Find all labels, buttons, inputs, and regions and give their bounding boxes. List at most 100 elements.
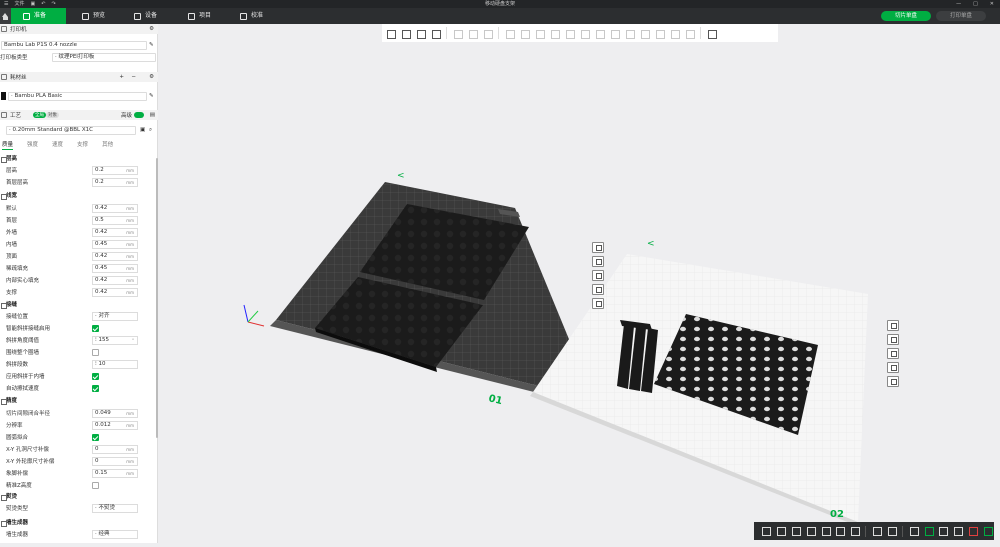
layer-height-input[interactable]: 0.2 mm [92,166,138,175]
advanced-switch[interactable] [134,112,144,118]
share-icon[interactable] [951,524,964,538]
measure-icon[interactable] [668,27,681,40]
process-section-header[interactable]: 工艺 全局 对象 高级 ▤ [0,110,158,120]
plate-type-select[interactable]: · 纹理PEI打印板 [52,53,156,62]
wall-generator-select[interactable]: · 经典 [92,530,138,539]
select-circle-icon[interactable] [774,524,787,538]
copy-icon[interactable] [451,27,464,40]
subtab-support[interactable]: 支撑 [77,141,88,150]
lay-on-face-icon[interactable] [548,27,561,40]
scarf-angle-input[interactable]: ⁝ 155 ° [92,336,138,345]
tab-calibration[interactable]: 校准 [228,8,284,24]
rotate-icon[interactable] [518,27,531,40]
plate-arrange-icon[interactable] [592,256,604,267]
process-compare-icon[interactable]: ▤ [150,112,155,118]
arrange-icon[interactable] [429,27,442,40]
smart-scarf-checkbox[interactable] [92,325,99,332]
scale-icon[interactable] [533,27,546,40]
plate-close-icon[interactable] [887,320,899,331]
plate-close-icon[interactable] [592,242,604,253]
plate-arrange-icon[interactable] [887,334,899,345]
box-select-icon[interactable] [833,524,846,538]
plate-orient-icon[interactable] [887,348,899,359]
scarf-inner-walls-checkbox[interactable] [92,373,99,380]
paste-icon[interactable] [466,27,479,40]
text-tool-icon[interactable] [848,524,861,538]
build-plate-1[interactable]: < 01 [243,171,598,408]
remove-filament-icon[interactable]: − [131,74,136,80]
line-width-input[interactable]: 0.42 mm [92,204,138,213]
plate-settings-icon[interactable] [887,376,899,387]
edit-printer-icon[interactable]: ✎ [149,41,154,49]
filament-settings-icon[interactable]: ⚙ [149,74,154,80]
ironing-type-select[interactable]: · 不熨烫 [92,504,138,513]
add-filament-icon[interactable]: + [119,74,124,80]
view-icon[interactable] [789,524,802,538]
move-icon[interactable] [503,27,516,40]
plate-1-arrow-icon[interactable]: < [397,171,405,181]
subtab-others[interactable]: 其他 [102,141,113,150]
save-preset-icon[interactable]: ▣ [140,126,145,134]
add-plate-icon[interactable] [399,27,412,40]
slice-plate-button[interactable]: 切片单盘 [881,11,931,21]
color-paint-icon[interactable] [638,27,651,40]
subtab-speed[interactable]: 速度 [52,141,63,150]
ungroup-icon[interactable] [885,524,898,538]
plate-lock-icon[interactable] [887,362,899,373]
split-icon[interactable] [705,27,718,40]
plate-settings-icon[interactable] [592,298,604,309]
seam-position-select[interactable]: · 对齐 [92,312,138,321]
3d-viewport[interactable]: < 01 < 02 [158,24,1000,543]
tab-prepare[interactable]: 准备 [11,8,66,24]
boolean-icon[interactable] [578,27,591,40]
scarf-steps-input[interactable]: ⁝ 10 [92,360,138,369]
subtab-quality[interactable]: 质量 [2,141,14,150]
filament-color-swatch[interactable] [1,92,6,100]
seam-paint-icon[interactable] [623,27,636,40]
process-preset-select[interactable]: · 0.20mm Standard @BBL X1C [6,126,136,135]
cancel-icon[interactable] [966,524,979,538]
search-settings-icon[interactable]: ⌕ [149,126,152,134]
line-width-input[interactable]: 0.42 mm [92,288,138,297]
cut-icon[interactable] [563,27,576,40]
pen-icon[interactable] [819,524,832,538]
object-toggle[interactable]: 对象 [46,112,60,118]
plate-orient-icon[interactable] [592,270,604,281]
line-width-input[interactable]: 0.42 mm [92,252,138,261]
confirm-area-icon[interactable] [922,524,935,538]
precise-z-checkbox[interactable] [92,482,99,489]
undo-tool-icon[interactable] [907,524,920,538]
close-window-icon[interactable]: ✕ [990,0,994,8]
elephant-foot-input[interactable]: 0.15 mm [92,469,138,478]
group-icon[interactable] [870,524,883,538]
line-width-input[interactable]: 0.42 mm [92,276,138,285]
filament-section-header[interactable]: 耗材丝 + − ⚙ [0,72,158,82]
support-paint-icon[interactable] [608,27,621,40]
arc-fitting-checkbox[interactable] [92,434,99,441]
wipe-speed-checkbox[interactable] [92,385,99,392]
printer-section-header[interactable]: 打印机 ⚙ [0,24,158,34]
tab-preview[interactable]: 预览 [70,8,126,24]
tab-project[interactable]: 项目 [176,8,232,24]
select-rect-icon[interactable] [759,524,772,538]
slice-closing-radius-input[interactable]: 0.049 mm [92,409,138,418]
maximize-icon[interactable]: □ [973,0,978,8]
entire-loop-checkbox[interactable] [92,349,99,356]
assembly-icon[interactable] [683,27,696,40]
text-icon[interactable] [653,27,666,40]
printer-select[interactable]: Bambu Lab P1S 0.4 nozzle [1,41,147,50]
line-width-input[interactable]: 0.42 mm [92,228,138,237]
resolution-input[interactable]: 0.012 mm [92,421,138,430]
auto-orient-icon[interactable] [414,27,427,40]
xy-hole-compensation-input[interactable]: 0 mm [92,445,138,454]
plate-lock-icon[interactable] [592,284,604,295]
line-width-input[interactable]: 0.45 mm [92,240,138,249]
minimize-icon[interactable]: — [956,0,961,8]
tab-device[interactable]: 设备 [122,8,178,24]
build-plate-2[interactable]: < 02 [530,239,868,527]
edit-filament-icon[interactable]: ✎ [149,92,154,100]
filament-select[interactable]: · Bambu PLA Basic [8,92,147,101]
plate-2-arrow-icon[interactable]: < [647,239,655,249]
mirror-icon[interactable] [593,27,606,40]
add-object-icon[interactable] [384,27,397,40]
